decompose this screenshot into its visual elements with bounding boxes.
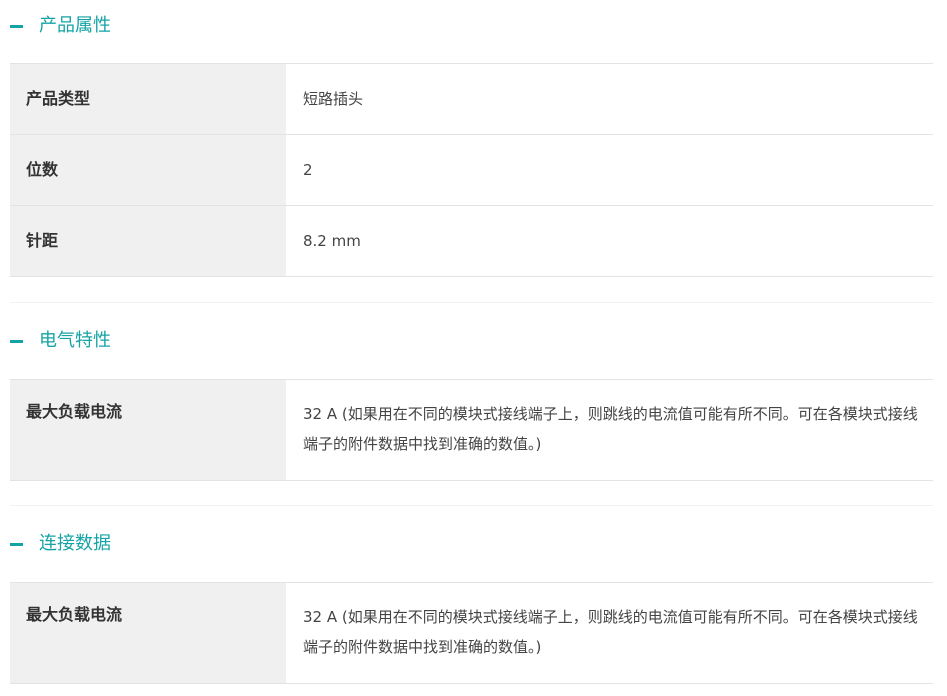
section-divider xyxy=(10,302,933,303)
spec-value: 短路插头 xyxy=(303,90,364,108)
table-row: 针距 8.2 mm xyxy=(10,206,933,277)
spec-table-product-attributes: 产品类型 短路插头 位数 2 针距 8.2 mm xyxy=(10,63,933,277)
spec-label: 最大负载电流 xyxy=(10,583,286,683)
table-row: 最大负载电流 32 A (如果用在不同的模块式接线端子上，则跳线的电流值可能有所… xyxy=(10,380,933,481)
section-divider xyxy=(10,505,933,506)
spec-value: 32 A (如果用在不同的模块式接线端子上，则跳线的电流值可能有所不同。可在各模… xyxy=(303,405,918,453)
product-spec-page: 产品属性 产品类型 短路插头 位数 2 针距 8.2 mm 电气特性 最大负载电… xyxy=(0,0,947,696)
spec-label: 位数 xyxy=(10,135,286,205)
table-row: 产品类型 短路插头 xyxy=(10,64,933,135)
section-header-product-attributes[interactable]: 产品属性 xyxy=(0,6,947,46)
spec-value: 32 A (如果用在不同的模块式接线端子上，则跳线的电流值可能有所不同。可在各模… xyxy=(303,608,918,656)
minus-icon xyxy=(10,340,23,343)
spec-label: 产品类型 xyxy=(10,64,286,134)
section-header-electrical[interactable]: 电气特性 xyxy=(0,321,947,361)
spec-label: 最大负载电流 xyxy=(10,380,286,480)
section-title: 电气特性 xyxy=(39,330,111,351)
spec-label: 针距 xyxy=(10,206,286,276)
section-title: 连接数据 xyxy=(39,533,111,554)
table-row: 最大负载电流 32 A (如果用在不同的模块式接线端子上，则跳线的电流值可能有所… xyxy=(10,583,933,684)
minus-icon xyxy=(10,543,23,546)
spec-value: 2 xyxy=(303,161,313,179)
minus-icon xyxy=(10,25,23,28)
spec-table-electrical: 最大负载电流 32 A (如果用在不同的模块式接线端子上，则跳线的电流值可能有所… xyxy=(10,379,933,481)
spec-table-connection: 最大负载电流 32 A (如果用在不同的模块式接线端子上，则跳线的电流值可能有所… xyxy=(10,582,933,684)
spec-value: 8.2 mm xyxy=(303,232,361,250)
table-row: 位数 2 xyxy=(10,135,933,206)
section-title: 产品属性 xyxy=(39,15,111,36)
section-header-connection[interactable]: 连接数据 xyxy=(0,524,947,564)
